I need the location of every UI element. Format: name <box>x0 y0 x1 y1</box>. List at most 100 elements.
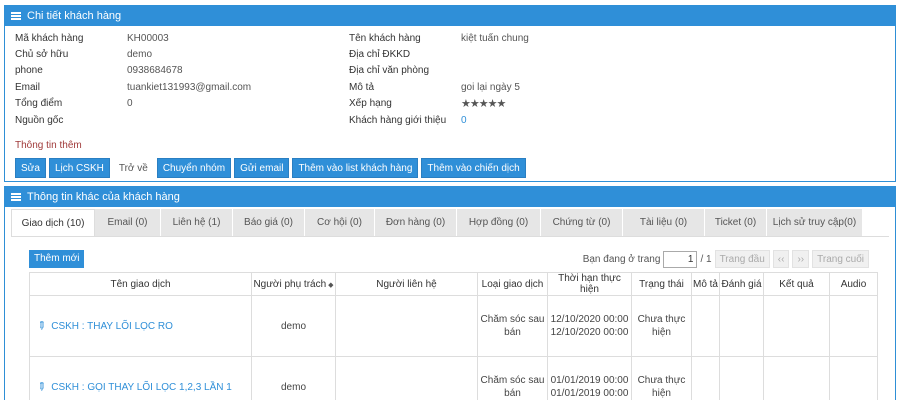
page-number-input[interactable]: 1 <box>663 250 698 268</box>
tab-documents[interactable]: Chứng từ (0) <box>541 209 623 237</box>
move-group-button[interactable]: Chuyển nhóm <box>156 158 232 178</box>
info-row: Nguồn gốc Khách hàng giới thiệu 0 <box>15 112 875 128</box>
back-button[interactable]: Trở về <box>112 158 154 178</box>
pager-label: Bạn đang ở trang <box>582 253 661 265</box>
tab-orders[interactable]: Đơn hàng (0) <box>375 209 457 237</box>
status-cell: Chưa thực hiện <box>631 356 692 400</box>
info-row: Mã khách hàng KH00003 Tên khách hàng kiệ… <box>15 30 875 46</box>
column-header-owner[interactable]: Người phụ trách ◆ <box>251 272 336 296</box>
tab-access-history[interactable]: Lịch sử truy cập(0) <box>767 209 863 237</box>
referrer-link[interactable]: 0 <box>461 115 467 126</box>
tab-files[interactable]: Tài liệu (0) <box>623 209 705 237</box>
transaction-link[interactable]: CSKH : GỌI THAY LÕI LỌC 1,2,3 LẦN 1 <box>51 382 232 393</box>
panel-title: Thông tin khác của khách hàng <box>27 191 180 203</box>
send-email-button[interactable]: Gửi email <box>234 158 290 178</box>
column-header: Trạng thái <box>631 272 692 296</box>
table-row: ✎ CSKH : GỌI THAY LÕI LỌC 1,2,3 LẦN 1 dem… <box>29 356 878 400</box>
tab-contracts[interactable]: Hợp đồng (0) <box>457 209 541 237</box>
rating-stars[interactable]: ★★★★★ <box>461 97 506 110</box>
deadline-cell: 12/10/2020 00:00 12/10/2020 00:00 <box>547 295 632 357</box>
care-schedule-button[interactable]: Lịch CSKH <box>48 158 110 178</box>
column-header: Audio <box>829 272 878 296</box>
info-row: Email tuankiet131993@gmail.com Mô tả goi… <box>15 79 875 95</box>
rating-cell <box>719 356 764 400</box>
add-to-campaign-button[interactable]: Thêm vào chiến dịch <box>421 158 526 178</box>
field-label: phone <box>15 65 43 77</box>
field-label: Địa chỉ văn phòng <box>349 65 430 77</box>
field-value: 0 <box>127 98 133 110</box>
field-value: tuankiet131993@gmail.com <box>127 81 252 93</box>
type-cell: Chăm sóc sau bán <box>477 295 548 357</box>
rating-cell <box>719 295 764 357</box>
customer-other-info-panel: Thông tin khác của khách hàng Giao dịch … <box>4 186 896 400</box>
field-label: Khách hàng giới thiệu <box>349 114 447 126</box>
customer-detail-header: Chi tiết khách hàng <box>5 6 895 26</box>
first-page-button[interactable]: Trang đầu <box>714 250 770 268</box>
transaction-link[interactable]: CSKH : THAY LÕI LỌC RO <box>51 321 173 332</box>
tab-tickets[interactable]: Ticket (0) <box>705 209 767 237</box>
field-value: KH00003 <box>127 32 169 44</box>
customer-detail-panel: Chi tiết khách hàng Mã khách hàng KH0000… <box>4 5 896 182</box>
result-cell <box>763 295 830 357</box>
tab-quotes[interactable]: Báo giá (0) <box>233 209 305 237</box>
owner-cell: demo <box>251 356 336 400</box>
transaction-name-cell[interactable]: ✎ CSKH : GỌI THAY LÕI LỌC 1,2,3 LẦN 1 <box>29 356 252 400</box>
other-info-header: Thông tin khác của khách hàng <box>5 187 895 207</box>
table-row: ✎ CSKH : THAY LÕI LỌC RO demo Chăm sóc sa… <box>29 295 878 357</box>
wrench-icon[interactable]: ✎ <box>33 379 48 395</box>
audio-cell <box>829 356 878 400</box>
owner-cell: demo <box>251 295 336 357</box>
column-header: Đánh giá <box>719 272 764 296</box>
page-total: / 1 <box>700 253 712 265</box>
field-value: goi lại ngày 5 <box>461 81 520 93</box>
tab-divider <box>11 236 889 237</box>
contact-cell <box>335 356 478 400</box>
field-value: 0938684678 <box>127 65 183 77</box>
panel-title: Chi tiết khách hàng <box>27 10 122 22</box>
field-label: Tổng điểm <box>15 98 63 110</box>
deadline-cell: 01/01/2019 00:00 01/01/2019 00:00 <box>547 356 632 400</box>
field-label: Xếp hạng <box>349 98 392 110</box>
column-header: Mô tả <box>691 272 720 296</box>
add-to-customer-list-button[interactable]: Thêm vào list khách hàng <box>292 158 419 178</box>
result-cell <box>763 356 830 400</box>
prev-page-button[interactable]: ‹‹ <box>772 250 790 268</box>
field-value: kiệt tuấn chung <box>461 32 529 44</box>
action-toolbar: Sửa Lịch CSKH Trở về Chuyển nhóm Gửi ema… <box>15 158 526 178</box>
menu-icon <box>11 193 21 201</box>
field-label: Chủ sở hữu <box>15 49 69 61</box>
column-header: Người liên hệ <box>335 272 478 296</box>
type-cell: Chăm sóc sau bán <box>477 356 548 400</box>
description-cell <box>691 356 720 400</box>
next-page-button[interactable]: ›› <box>792 250 810 268</box>
transactions-table: Tên giao dịch Người phụ trách ◆ Người liê… <box>29 272 878 400</box>
tab-email[interactable]: Email (0) <box>95 209 161 237</box>
tab-contacts[interactable]: Liên hệ (1) <box>161 209 233 237</box>
add-new-button[interactable]: Thêm mới <box>29 250 85 268</box>
info-row: Chủ sở hữu demo Địa chỉ ĐKKD <box>15 46 875 62</box>
field-label: Mô tả <box>349 81 375 93</box>
column-header: Thời hạn thực hiện <box>547 272 632 296</box>
field-label: Nguồn gốc <box>15 114 64 126</box>
tab-opportunities[interactable]: Cơ hội (0) <box>305 209 375 237</box>
table-header-row: Tên giao dịch Người phụ trách ◆ Người liê… <box>29 272 878 296</box>
contact-cell <box>335 295 478 357</box>
extra-info-label: Thông tin thêm <box>15 140 82 151</box>
sort-icon[interactable]: ◆ <box>328 282 333 289</box>
field-value: demo <box>127 49 153 61</box>
field-label: Mã khách hàng <box>15 32 84 44</box>
info-row: Tổng điểm 0 Xếp hạng ★★★★★ <box>15 96 875 112</box>
wrench-icon[interactable]: ✎ <box>33 318 48 334</box>
last-page-button[interactable]: Trang cuối <box>812 250 869 268</box>
pagination: Bạn đang ở trang 1 / 1 Trang đầu ‹‹ ›› T… <box>583 250 869 268</box>
column-header: Tên giao dịch <box>29 272 252 296</box>
audio-cell <box>829 295 878 357</box>
field-label: Địa chỉ ĐKKD <box>349 49 411 61</box>
menu-icon <box>11 12 21 20</box>
column-header: Loại giao dịch <box>477 272 548 296</box>
tab-transactions[interactable]: Giao dịch (10) <box>11 209 95 237</box>
transaction-name-cell[interactable]: ✎ CSKH : THAY LÕI LỌC RO <box>29 295 252 357</box>
customer-info-grid: Mã khách hàng KH00003 Tên khách hàng kiệ… <box>15 30 875 128</box>
edit-button[interactable]: Sửa <box>15 158 46 178</box>
field-label: Tên khách hàng <box>349 32 421 44</box>
